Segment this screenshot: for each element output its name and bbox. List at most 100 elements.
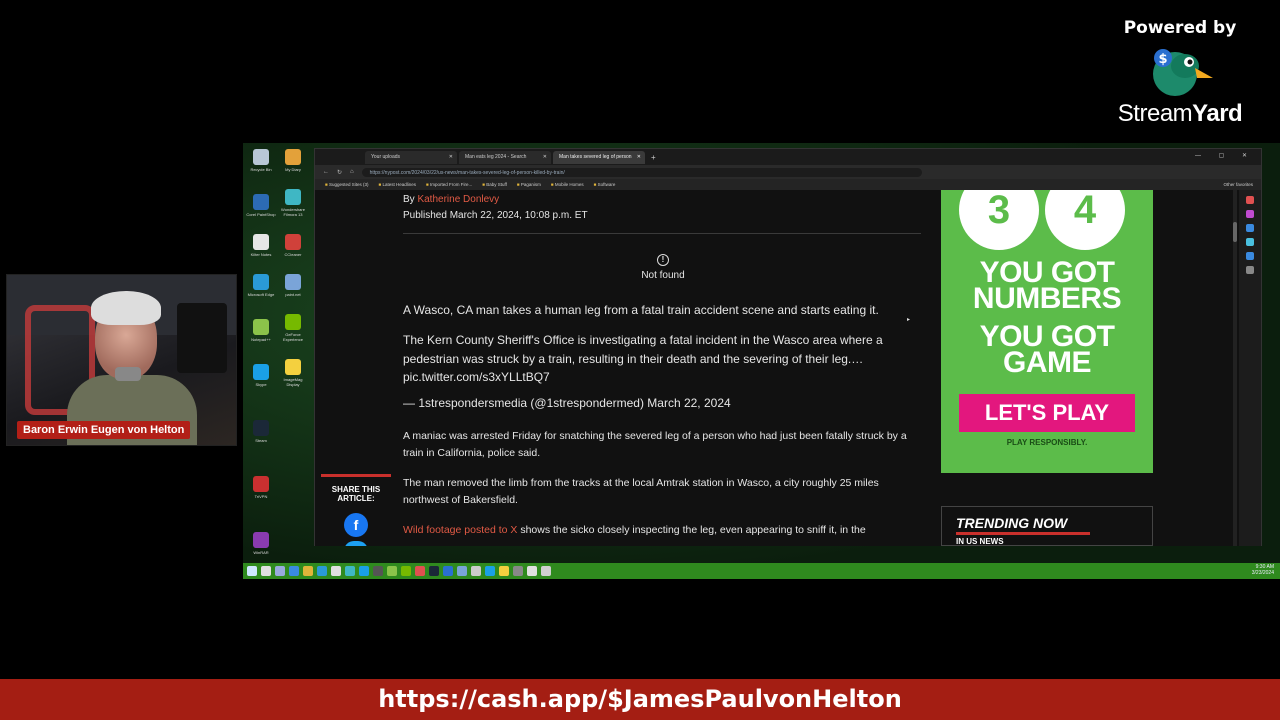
page-scrollbar[interactable]: [1233, 190, 1237, 546]
alert-icon: !: [657, 254, 669, 266]
desktop-icon[interactable]: paint.net: [278, 274, 308, 310]
desktop-icon[interactable]: Notepad++: [246, 319, 276, 355]
browser-tab[interactable]: Man eats leg 2024 - Search ✕: [459, 150, 551, 164]
sidebar-outlook-icon[interactable]: [1246, 252, 1254, 260]
bookmark-folder[interactable]: Mobile Homes: [551, 182, 584, 187]
taskbar-app-icon[interactable]: [331, 566, 341, 576]
bookmark-folder[interactable]: Latest Headlines: [379, 182, 416, 187]
desktop-icon[interactable]: Recycle Bin: [246, 149, 276, 185]
desktop-icon[interactable]: TriVPN: [246, 476, 276, 512]
taskbar-app-icon[interactable]: [499, 566, 509, 576]
home-icon[interactable]: ⌂: [350, 169, 354, 175]
cashapp-link[interactable]: https://cash.app/$JamesPaulvonHelton: [378, 685, 902, 713]
taskbar-app-icon[interactable]: [415, 566, 425, 576]
back-icon[interactable]: ←: [323, 169, 329, 175]
tab-label: Man takes severed leg of person: [559, 153, 632, 160]
desktop-icon[interactable]: Microsoft Edge: [246, 274, 276, 310]
paragraph-4-text: shows the sicko closely inspecting the l…: [517, 523, 866, 536]
taskbar-app-icon[interactable]: [275, 566, 285, 576]
bookmark-folder[interactable]: Suggested Sites (3): [325, 182, 369, 187]
desktop-icon[interactable]: GeForce Experience: [278, 314, 308, 350]
lets-play-button[interactable]: LET'S PLAY: [959, 394, 1135, 432]
new-tab-button[interactable]: +: [651, 153, 656, 162]
sidebar-add-icon[interactable]: [1246, 266, 1254, 274]
app-icon: [253, 149, 269, 165]
taskbar-app-icon[interactable]: [289, 566, 299, 576]
desktop-icons: Recycle Bin My Diary Corel PaintShop Wonder…: [245, 147, 311, 579]
tab-strip: Your uploads ✕ Man eats leg 2024 - Search ✕…: [315, 149, 1261, 165]
browser-tab[interactable]: Your uploads ✕: [365, 150, 457, 164]
app-icon: [285, 234, 301, 250]
mouse-cursor-icon: ▸: [907, 317, 911, 323]
taskbar-app-icon[interactable]: [513, 566, 523, 576]
scroll-thumb[interactable]: [1233, 222, 1237, 242]
other-favorites[interactable]: Other favorites: [1223, 182, 1253, 187]
window-controls[interactable]: — ▢ ✕: [1195, 152, 1255, 159]
desktop-icon[interactable]: My Diary: [278, 149, 308, 185]
tweet-attribution: — 1strespondersmedia (@1strespondermed) …: [403, 395, 731, 410]
bookmark-folder[interactable]: Baby Stuff: [482, 182, 507, 187]
desktop-icon-label: TriVPN: [254, 494, 268, 499]
url-input[interactable]: https://nypost.com/2024/03/22/us-news/ma…: [361, 167, 922, 177]
web-page: By Katherine Donlevy Published March 22,…: [315, 190, 1240, 546]
powered-by-label: Powered by: [1123, 18, 1237, 38]
taskbar-app-icon[interactable]: [457, 566, 467, 576]
taskbar-app-icon[interactable]: [261, 566, 271, 576]
taskbar-app-icon[interactable]: [317, 566, 327, 576]
desktop-icon[interactable]: Wondershare Filmora 13: [278, 189, 308, 225]
taskbar-app-icon[interactable]: [485, 566, 495, 576]
facebook-icon[interactable]: f: [344, 513, 368, 537]
taskbar-app-icon[interactable]: [401, 566, 411, 576]
desktop-icon[interactable]: Skype: [246, 364, 276, 400]
close-tab-icon[interactable]: ✕: [543, 154, 547, 160]
sidebar-purple-icon[interactable]: [1246, 210, 1254, 218]
bookmark-folder[interactable]: Software: [594, 182, 616, 187]
desktop-icon[interactable]: Corel PaintShop: [246, 194, 276, 230]
taskbar-app-icon[interactable]: [359, 566, 369, 576]
desktop-icon-label: paint.net: [285, 292, 301, 297]
taskbar-app-icon[interactable]: [429, 566, 439, 576]
close-tab-icon[interactable]: ✕: [449, 154, 453, 160]
app-icon: [253, 194, 269, 210]
refresh-icon[interactable]: ↻: [337, 169, 342, 176]
bookmark-folder[interactable]: Paganism: [517, 182, 541, 187]
brand-light: Stream: [1117, 100, 1193, 127]
cashapp-banner: https://cash.app/$JamesPaulvonHelton: [0, 679, 1280, 720]
close-tab-icon[interactable]: ✕: [637, 154, 641, 160]
desktop-icon[interactable]: CCleaner: [278, 234, 308, 270]
twitter-icon[interactable]: [344, 541, 368, 546]
desktop-icon-label: Recycle Bin: [250, 167, 272, 172]
streamyard-wordmark: StreamYard: [1110, 100, 1250, 128]
desktop-icon-label: My Diary: [285, 167, 301, 172]
taskbar-app-icon[interactable]: [541, 566, 551, 576]
taskbar-app-icon[interactable]: [247, 566, 257, 576]
taskbar-app-icon[interactable]: [387, 566, 397, 576]
divider: [403, 233, 921, 234]
taskbar-app-icon[interactable]: [527, 566, 537, 576]
byline: By Katherine Donlevy: [403, 194, 923, 205]
tab-label: Man eats leg 2024 - Search: [465, 153, 527, 160]
taskbar-app-icon[interactable]: [373, 566, 383, 576]
lottery-ad[interactable]: 3 4 YOU GOT NUMBERS YOU GOT GAME LET'S P…: [941, 190, 1153, 473]
browser-tab[interactable]: Man takes severed leg of person ✕: [553, 150, 645, 164]
desktop-icon[interactable]: Steam: [246, 420, 276, 456]
app-icon: [253, 234, 269, 250]
bookmark-folder[interactable]: Imported From Fire...: [426, 182, 472, 187]
desktop-icon-label: Steam: [255, 438, 267, 443]
sidebar-cyan-icon[interactable]: [1246, 238, 1254, 246]
tab-label: Your uploads: [371, 153, 401, 160]
paragraph-4: Wild footage posted to X shows the sicko…: [403, 522, 923, 539]
desktop-icon[interactable]: ImageMag Display: [278, 359, 308, 395]
author-link[interactable]: Katherine Donlevy: [417, 194, 499, 205]
by-prefix: By: [403, 194, 418, 205]
wild-footage-link[interactable]: Wild footage posted to X: [403, 524, 517, 536]
sidebar-blue-icon[interactable]: [1246, 224, 1254, 232]
taskbar-app-icon[interactable]: [345, 566, 355, 576]
sidebar-red-icon[interactable]: [1246, 196, 1254, 204]
taskbar-app-icon[interactable]: [471, 566, 481, 576]
taskbar-app-icon[interactable]: [303, 566, 313, 576]
app-icon: [285, 516, 301, 532]
taskbar-app-icon[interactable]: [443, 566, 453, 576]
system-clock[interactable]: 9:30 AM 3/23/2024: [1252, 564, 1274, 576]
desktop-icon[interactable]: Kilter Notes: [246, 234, 276, 270]
